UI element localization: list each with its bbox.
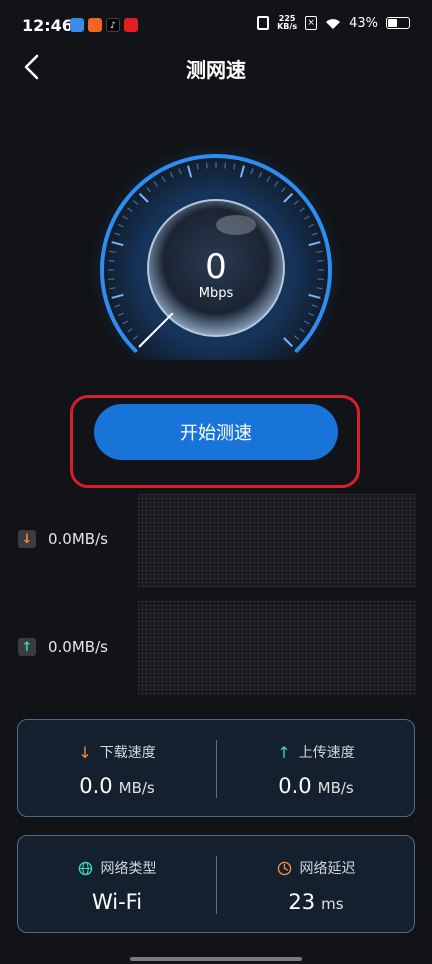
- download-unit: MB/s: [118, 779, 155, 797]
- status-right: 225 KB/s × 43%: [257, 15, 410, 31]
- network-type-label: 网络类型: [100, 861, 157, 877]
- gauge-tick: [224, 162, 227, 169]
- wifi-icon: [326, 18, 341, 29]
- start-test-button[interactable]: 开始测速: [94, 404, 338, 460]
- gauge-tick: [205, 162, 208, 169]
- speed-value: 0: [205, 247, 227, 287]
- down-arrow-icon: ↓: [78, 742, 92, 762]
- speed-unit: Mbps: [198, 286, 234, 301]
- download-speed-text: 0.0MB/s: [48, 530, 108, 548]
- app-notification-icon: [70, 18, 84, 32]
- latency-value: 23: [288, 890, 316, 914]
- orb-highlight: [216, 215, 256, 235]
- latency-label: 网络延迟: [299, 861, 356, 877]
- latency-stat: 网络延迟 23 ms: [217, 836, 415, 934]
- up-arrow-icon: ↑: [277, 742, 291, 762]
- upload-graph: [138, 601, 416, 695]
- app-notification-icon: [88, 18, 102, 32]
- notification-icons: ♪: [70, 18, 138, 32]
- app-notification-icon: [124, 18, 138, 32]
- tiktok-icon: ♪: [106, 18, 120, 32]
- page-title: 测网速: [186, 58, 246, 82]
- network-type-value: Wi-Fi: [91, 890, 143, 914]
- status-time: 12:46: [22, 16, 73, 35]
- latency-unit: ms: [321, 895, 344, 913]
- battery-icon: [386, 17, 410, 29]
- no-sim-icon: ×: [305, 16, 318, 30]
- clock-icon: [277, 861, 291, 875]
- upload-speed-text: 0.0MB/s: [48, 638, 108, 656]
- download-label: 下载速度: [99, 745, 156, 761]
- download-arrow-icon: ↓: [18, 530, 36, 548]
- upload-label: 上传速度: [298, 745, 355, 761]
- battery-percent: 43%: [349, 15, 378, 31]
- home-indicator[interactable]: [130, 957, 302, 961]
- download-value: 0.0: [79, 774, 113, 798]
- download-graph: [138, 494, 416, 588]
- network-type-stat: 网络类型 Wi-Fi: [18, 836, 216, 934]
- upload-value: 0.0: [278, 774, 312, 798]
- network-speed-unit: KB/s: [277, 22, 298, 31]
- status-bar: 12:46 ♪ 225 KB/s × 43%: [0, 0, 432, 50]
- upload-unit: MB/s: [317, 779, 354, 797]
- upload-arrow-icon: ↑: [18, 638, 36, 656]
- download-stat: ↓ 下载速度 0.0 MB/s: [18, 720, 216, 818]
- network-speed: 225 KB/s: [277, 15, 297, 31]
- vibrate-icon: [257, 16, 270, 30]
- network-card: 网络类型 Wi-Fi 网络延迟 23 ms: [17, 835, 415, 933]
- speed-card: ↓ 下载速度 0.0 MB/s ↑ 上传速度 0.0 MB/s: [17, 719, 415, 817]
- globe-icon: [78, 861, 92, 875]
- upload-stat: ↑ 上传速度 0.0 MB/s: [217, 720, 415, 818]
